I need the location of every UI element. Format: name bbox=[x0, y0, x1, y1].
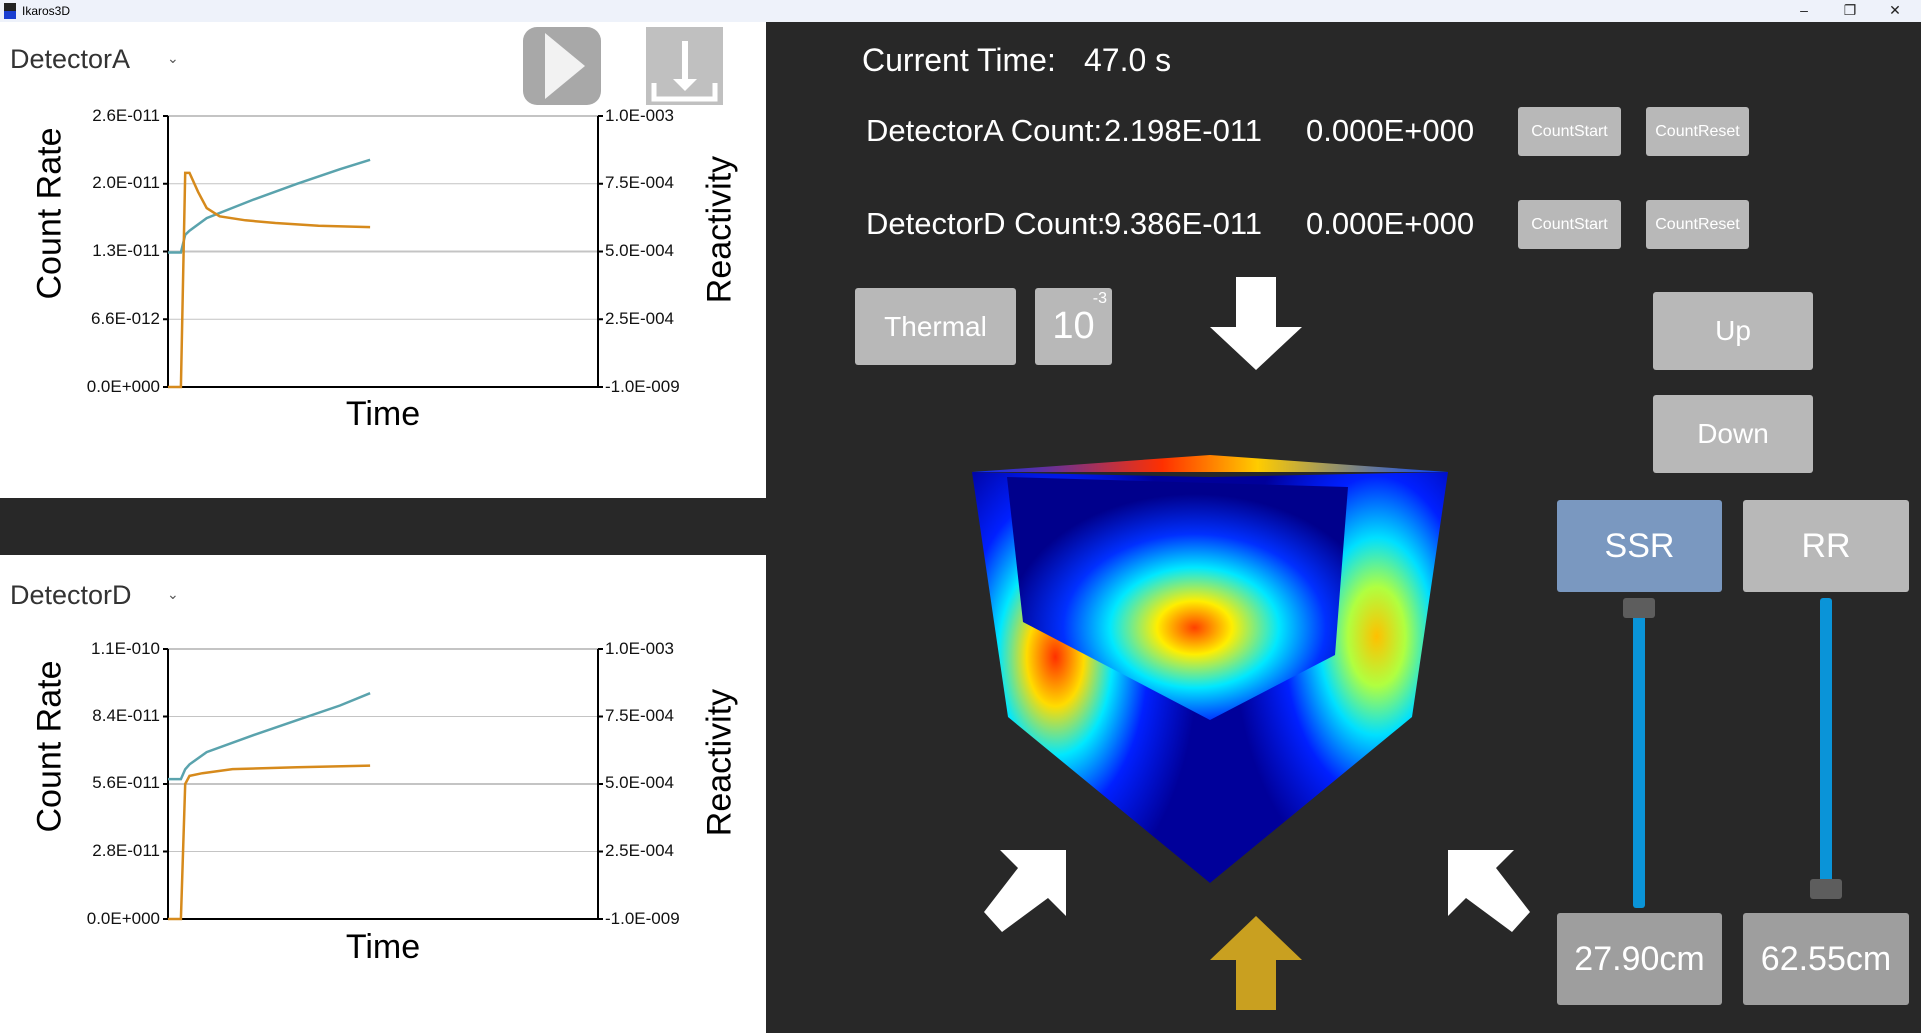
rr-position-value: 62.55cm bbox=[1743, 913, 1909, 1005]
reactivity-line bbox=[168, 764, 371, 921]
chart-d-plot bbox=[163, 648, 603, 921]
arrow-up-left-icon[interactable] bbox=[1448, 850, 1530, 932]
current-time-value: 47.0 s bbox=[1084, 42, 1172, 78]
detector-d-countreset-button[interactable]: CountReset bbox=[1646, 200, 1749, 249]
minimize-button[interactable]: – bbox=[1794, 2, 1814, 18]
reactor-core-3d-view[interactable] bbox=[960, 440, 1460, 900]
scale-exponent: -3 bbox=[1092, 290, 1107, 307]
scale-base: 10 bbox=[1052, 305, 1095, 347]
detector-d-count-label: DetectorD Count: bbox=[866, 206, 1106, 241]
y-tick-label: 5.6E-011 bbox=[92, 773, 160, 792]
y2-tick-label: 1.0E-003 bbox=[605, 639, 674, 658]
thermal-button[interactable]: Thermal bbox=[855, 288, 1016, 365]
detector-d-count-accum: 0.000E+000 bbox=[1306, 206, 1475, 241]
rr-slider-thumb[interactable] bbox=[1810, 879, 1842, 900]
y2-tick-label: 7.5E-004 bbox=[605, 706, 674, 725]
ssr-slider-track[interactable] bbox=[1633, 598, 1645, 908]
detector-d-count-value: 9.386E-011 bbox=[1104, 206, 1262, 241]
current-time-label: Current Time: bbox=[862, 42, 1056, 78]
rr-button[interactable]: RR bbox=[1743, 500, 1909, 592]
arrow-down-icon[interactable] bbox=[1210, 277, 1302, 370]
down-button[interactable]: Down bbox=[1653, 395, 1813, 473]
arrow-up-icon[interactable] bbox=[1210, 916, 1302, 1010]
x-axis-title: Time bbox=[345, 928, 421, 966]
y2-tick-label: 5.0E-004 bbox=[605, 773, 674, 792]
detector-a-countstart-button[interactable]: CountStart bbox=[1518, 107, 1621, 156]
up-button[interactable]: Up bbox=[1653, 292, 1813, 370]
detector-d-countstart-button[interactable]: CountStart bbox=[1518, 200, 1621, 249]
y-tick-label: 8.4E-011 bbox=[92, 706, 160, 725]
detector-a-count-accum: 0.000E+000 bbox=[1306, 113, 1475, 148]
ssr-slider-thumb[interactable] bbox=[1623, 598, 1655, 618]
y2-tick-label: -1.0E-009 bbox=[605, 909, 680, 928]
restore-button[interactable]: ❐ bbox=[1840, 2, 1860, 19]
ssr-position-value: 27.90cm bbox=[1557, 913, 1722, 1005]
detector-a-count-label: DetectorA Count: bbox=[866, 113, 1103, 148]
y2-tick-label: 2.5E-004 bbox=[605, 841, 674, 860]
detector-a-count-value: 2.198E-011 bbox=[1104, 113, 1262, 148]
y2-axis-title: Reactivity bbox=[700, 688, 739, 837]
core-top-face bbox=[972, 455, 1448, 472]
close-button[interactable]: ✕ bbox=[1885, 2, 1905, 19]
ssr-button[interactable]: SSR bbox=[1557, 500, 1722, 592]
detector-a-countreset-button[interactable]: CountReset bbox=[1646, 107, 1749, 156]
y-tick-label: 0.0E+000 bbox=[86, 909, 160, 928]
y-tick-label: 2.8E-011 bbox=[92, 841, 160, 860]
rr-slider-track[interactable] bbox=[1820, 598, 1832, 898]
scale-button[interactable]: 10 -3 bbox=[1035, 288, 1112, 365]
y-axis-title: Count Rate bbox=[30, 660, 69, 833]
y-tick-label: 1.1E-010 bbox=[91, 639, 160, 658]
